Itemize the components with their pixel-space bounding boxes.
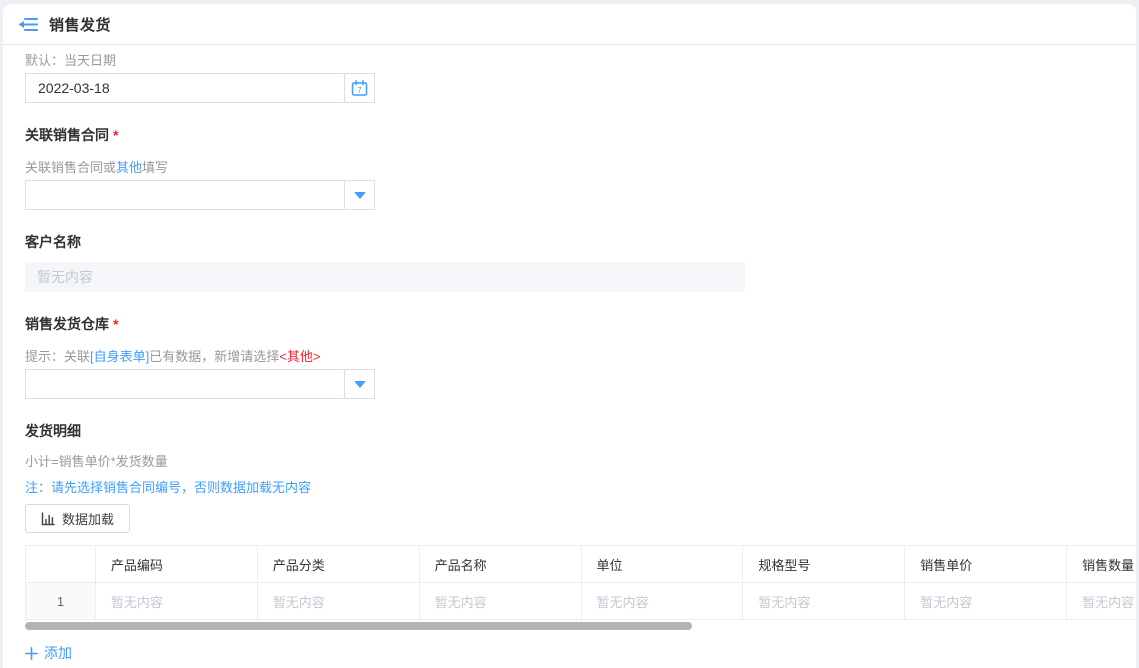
horizontal-scrollbar [25, 622, 1136, 630]
date-picker-trigger[interactable]: 7 [344, 74, 374, 102]
date-input[interactable] [26, 74, 344, 102]
detail-section-title: 发货明细 [25, 421, 1136, 441]
detail-note-text: 注：请先选择销售合同编号，否则数据加载无内容 [25, 477, 1136, 496]
date-input-group: 7 [25, 73, 375, 103]
contract-hint-prefix: 关联销售合同或 [25, 160, 116, 175]
contract-select[interactable] [25, 180, 375, 210]
contract-title-text: 关联销售合同 [25, 127, 109, 143]
table-cell[interactable]: 暂无内容 [1067, 583, 1136, 620]
contract-section-title: 关联销售合同* [25, 125, 1136, 145]
table-row: 1 暂无内容 暂无内容 暂无内容 暂无内容 暂无内容 暂无内容 暂无内容 [26, 583, 1137, 620]
index-column-header [26, 546, 96, 583]
warehouse-hint: 提示：关联[自身表单]已有数据，新增请选择<其他> [25, 346, 1136, 365]
contract-hint-link[interactable]: 其他 [116, 160, 142, 175]
warehouse-select-value [26, 370, 344, 398]
svg-text:7: 7 [357, 86, 362, 95]
form-page-card: 销售发货 默认：当天日期 7 关联销售合同* 关联销售合同或其他填写 [3, 4, 1136, 668]
column-header: 销售数量 [1067, 546, 1136, 583]
data-load-button-label: 数据加载 [62, 509, 114, 528]
customer-section-title: 客户名称 [25, 232, 1136, 252]
warehouse-hint-danger: <其他> [279, 349, 320, 364]
table-header-row: 产品编码 产品分类 产品名称 单位 规格型号 销售单价 销售数量 [26, 546, 1137, 583]
contract-hint-suffix: 填写 [142, 160, 168, 175]
menu-fold-icon[interactable] [18, 15, 38, 34]
calendar-icon: 7 [351, 80, 368, 97]
table-cell[interactable]: 暂无内容 [581, 583, 743, 620]
detail-table: 产品编码 产品分类 产品名称 单位 规格型号 销售单价 销售数量 1 暂无内容 … [25, 545, 1136, 620]
plus-icon [25, 647, 38, 660]
required-asterisk: * [113, 316, 118, 332]
page-title: 销售发货 [49, 14, 111, 35]
warehouse-hint-p1: 提示：关联 [25, 349, 90, 364]
add-row-label: 添加 [44, 643, 72, 663]
required-asterisk: * [113, 127, 118, 143]
add-row-button[interactable]: 添加 [25, 643, 72, 663]
warehouse-title-text: 销售发货仓库 [25, 316, 109, 332]
contract-select-value [26, 181, 344, 209]
contract-select-trigger[interactable] [344, 181, 374, 209]
chevron-down-icon [354, 381, 366, 388]
column-header: 单位 [581, 546, 743, 583]
contract-hint: 关联销售合同或其他填写 [25, 157, 1136, 176]
table-cell[interactable]: 暂无内容 [95, 583, 257, 620]
warehouse-select[interactable] [25, 369, 375, 399]
column-header: 销售单价 [905, 546, 1067, 583]
warehouse-hint-link[interactable]: [自身表单] [90, 349, 149, 364]
detail-table-container: 产品编码 产品分类 产品名称 单位 规格型号 销售单价 销售数量 1 暂无内容 … [25, 545, 1136, 620]
warehouse-select-trigger[interactable] [344, 370, 374, 398]
detail-formula-text: 小计=销售单价*发货数量 [25, 451, 1136, 470]
page-header: 销售发货 [3, 4, 1136, 45]
table-cell[interactable]: 暂无内容 [905, 583, 1067, 620]
date-field-label: 默认：当天日期 [25, 50, 1136, 69]
bar-chart-icon [41, 512, 55, 526]
row-index: 1 [26, 583, 96, 620]
table-cell[interactable]: 暂无内容 [743, 583, 905, 620]
column-header: 产品分类 [257, 546, 419, 583]
warehouse-hint-p2: 已有数据，新增请选择 [149, 349, 279, 364]
customer-name-input [25, 262, 745, 292]
data-load-button[interactable]: 数据加载 [25, 504, 130, 533]
column-header: 规格型号 [743, 546, 905, 583]
table-cell[interactable]: 暂无内容 [419, 583, 581, 620]
column-header: 产品编码 [95, 546, 257, 583]
chevron-down-icon [354, 192, 366, 199]
column-header: 产品名称 [419, 546, 581, 583]
warehouse-section-title: 销售发货仓库* [25, 314, 1136, 334]
scrollbar-thumb[interactable] [25, 622, 692, 630]
table-cell[interactable]: 暂无内容 [257, 583, 419, 620]
